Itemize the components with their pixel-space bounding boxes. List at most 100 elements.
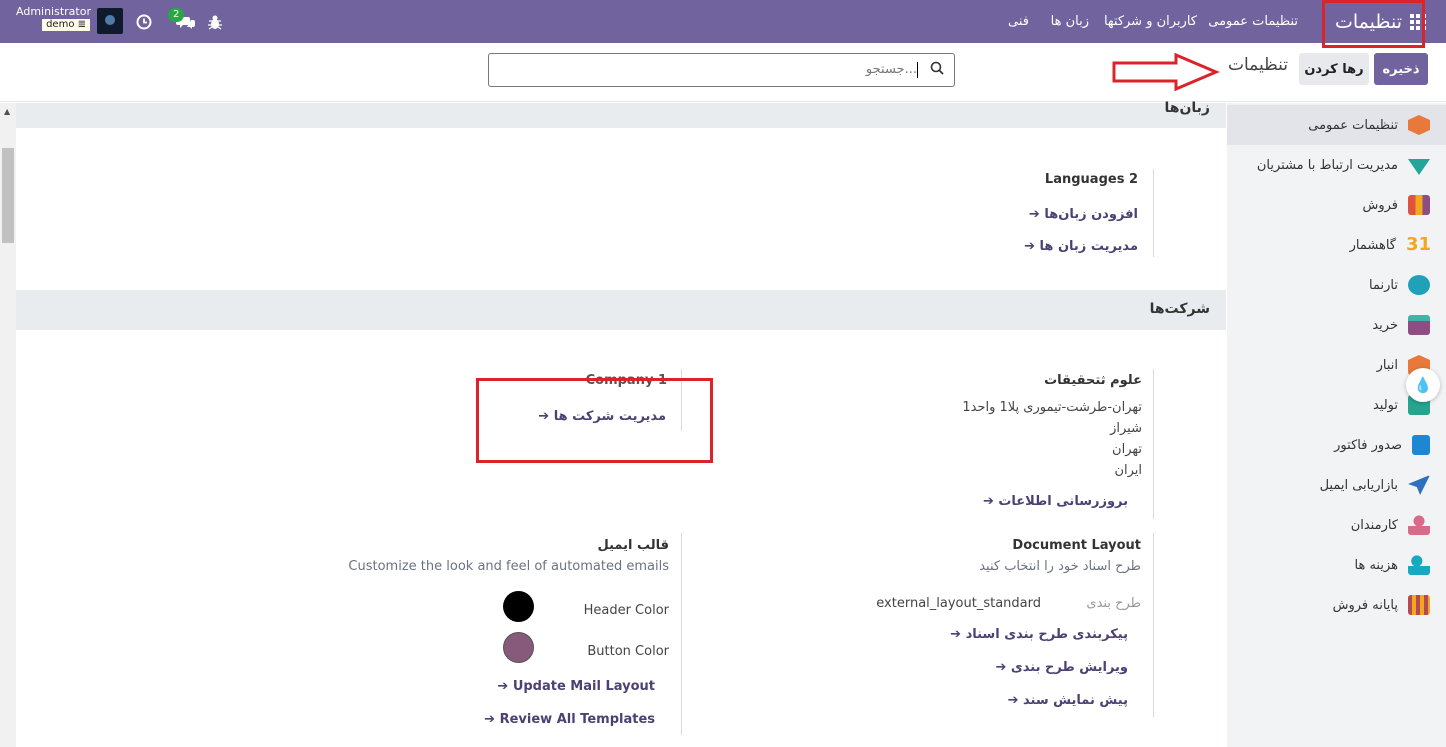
section-title: زبان‌ها xyxy=(1164,100,1211,116)
review-templates-link[interactable]: ➔ Review All Templates xyxy=(484,712,655,727)
menu-users-companies[interactable]: کاربران و شرکتها xyxy=(1104,0,1197,43)
button-color-swatch[interactable] xyxy=(503,632,534,663)
calendar-icon: 31 xyxy=(1406,234,1432,255)
top-navbar: تنظیمات تنظیمات عمومی کاربران و شرکتها ز… xyxy=(0,0,1446,43)
sidebar-item-label: خرید xyxy=(1372,317,1398,333)
search-icon[interactable] xyxy=(930,61,944,79)
company-address-line: ایران xyxy=(1114,463,1142,478)
website-icon xyxy=(1408,275,1430,295)
scrollbar[interactable]: ▲ xyxy=(0,103,16,747)
manage-languages-link[interactable]: ➔ مدیریت زبان ها xyxy=(1024,239,1138,254)
companies-section-header: شرکت‌ها xyxy=(16,290,1226,330)
link-label: Update Mail Layout xyxy=(512,679,655,694)
configure-layout-link[interactable]: ➔ پیکربندی طرح بندی اسناد xyxy=(950,627,1128,642)
menu-label[interactable]: کاربران و شرکتها xyxy=(1104,14,1197,29)
sidebar-item-label: انبار xyxy=(1376,357,1398,373)
menu-label[interactable]: فنی xyxy=(1008,14,1029,29)
text-caret xyxy=(917,62,918,78)
sidebar-item-calendar[interactable]: گاهشمار 31 xyxy=(1350,225,1432,265)
pos-icon xyxy=(1408,595,1430,615)
purchase-icon xyxy=(1408,315,1430,335)
sidebar-item-label: هزینه ها xyxy=(1354,557,1399,573)
clock-icon[interactable] xyxy=(136,0,152,43)
bug-icon[interactable] xyxy=(208,0,222,43)
link-label: مدیریت زبان ها xyxy=(1039,239,1138,254)
sidebar-item-label: پایانه فروش xyxy=(1332,597,1398,613)
divider xyxy=(1153,369,1154,519)
document-layout-title: Document Layout xyxy=(1012,538,1141,553)
user-name: Administrator xyxy=(16,5,91,18)
link-label: پیکربندی طرح بندی اسناد xyxy=(965,627,1128,642)
search-placeholder: جستجو... xyxy=(865,62,917,77)
avatar[interactable] xyxy=(97,8,123,34)
database-badge: demo ≣ xyxy=(42,19,90,31)
layout-label: طرح بندی xyxy=(1086,596,1141,611)
menu-label[interactable]: زبان ها xyxy=(1051,14,1089,29)
divider xyxy=(681,533,682,735)
sidebar-item-crm[interactable]: مدیریت ارتباط با مشتریان xyxy=(1257,145,1430,185)
sidebar-item-label: فروش xyxy=(1362,197,1398,213)
link-label: بروزرسانی اطلاعات xyxy=(998,494,1128,509)
edit-layout-link[interactable]: ➔ ویرایش طرح بندی xyxy=(995,660,1128,675)
add-languages-link[interactable]: ➔ افزودن زبان‌ها xyxy=(1029,207,1138,222)
button-color-label: Button Color xyxy=(587,644,669,659)
control-panel: ذخیره رها کردن تنظیمات جستجو... xyxy=(0,43,1446,102)
menu-technical[interactable]: فنی xyxy=(1008,0,1029,43)
database-name: demo xyxy=(46,19,75,30)
languages-section-header: زبان‌ها xyxy=(16,100,1226,128)
sidebar-item-general-settings[interactable]: تنظیمات عمومی xyxy=(1227,105,1446,145)
sidebar-item-label: صدور فاکتور xyxy=(1334,437,1402,453)
header-color-label: Header Color xyxy=(583,603,669,618)
company-address-line: شیراز xyxy=(1110,421,1142,436)
sidebar-item-label: کارمندان xyxy=(1350,517,1398,533)
annotation-box xyxy=(1322,0,1425,48)
sales-icon xyxy=(1408,195,1430,215)
search-input[interactable]: جستجو... xyxy=(488,53,955,87)
scrollbar-thumb[interactable] xyxy=(2,148,14,243)
update-info-link[interactable]: ➔ بروزرسانی اطلاعات xyxy=(983,494,1128,509)
layout-value: external_layout_standard xyxy=(876,596,1041,611)
sidebar-item-website[interactable]: تارنما xyxy=(1369,265,1430,305)
link-label: افزودن زبان‌ها xyxy=(1044,207,1138,222)
company-address-line: تهران-طرشت-تیموری پلا1 واحد1 xyxy=(962,400,1142,415)
header-color-swatch[interactable] xyxy=(503,591,534,622)
sidebar-item-label: تارنما xyxy=(1369,277,1398,293)
menu-languages[interactable]: زبان ها xyxy=(1051,0,1089,43)
user-menu[interactable]: Administrator demo ≣ xyxy=(16,5,91,31)
link-label: Review All Templates xyxy=(499,712,655,727)
discard-button[interactable]: رها کردن xyxy=(1299,53,1369,85)
sidebar-item-label: تنظیمات عمومی xyxy=(1308,117,1398,133)
sidebar-item-employees[interactable]: کارمندان xyxy=(1351,505,1430,545)
expenses-icon xyxy=(1408,555,1430,575)
sidebar-item-expenses[interactable]: هزینه ها xyxy=(1354,545,1430,585)
sidebar-item-invoicing[interactable]: صدور فاکتور xyxy=(1334,425,1430,465)
sidebar-item-purchase[interactable]: خرید xyxy=(1372,305,1430,345)
sidebar-item-label: مدیریت ارتباط با مشتریان xyxy=(1256,157,1398,173)
annotation-box xyxy=(476,378,713,463)
sidebar-item-sales[interactable]: فروش xyxy=(1362,185,1430,225)
email-template-title: قالب ایمیل xyxy=(597,538,669,553)
divider xyxy=(1153,533,1154,717)
crm-icon xyxy=(1408,159,1430,175)
sidebar-item-email-marketing[interactable]: بازاریابی ایمیل xyxy=(1320,465,1430,505)
page-title: تنظیمات xyxy=(1228,55,1288,75)
annotation-arrow-icon xyxy=(1112,53,1220,91)
email-marketing-icon xyxy=(1408,475,1430,495)
settings-sidebar: تنظیمات عمومی مدیریت ارتباط با مشتریان ف… xyxy=(1227,103,1446,747)
company-name: علوم ثتحقیقات xyxy=(1044,373,1142,388)
sidebar-item-label: تولید xyxy=(1372,397,1398,413)
sidebar-item-pos[interactable]: پایانه فروش xyxy=(1333,585,1430,625)
link-label: ویرایش طرح بندی xyxy=(1010,660,1128,675)
scroll-up-arrow-icon[interactable]: ▲ xyxy=(4,107,10,116)
settings-app-icon xyxy=(1408,115,1430,135)
menu-label[interactable]: تنظیمات عمومی xyxy=(1208,14,1298,29)
document-layout-description: طرح اسناد خود را انتخاب کنید xyxy=(979,559,1141,574)
droplet-icon[interactable]: 💧 xyxy=(1406,368,1440,402)
link-label: پیش نمایش سند xyxy=(1023,693,1128,708)
preview-document-link[interactable]: ➔ پیش نمایش سند xyxy=(1008,693,1128,708)
save-button[interactable]: ذخیره xyxy=(1374,53,1428,85)
employees-icon xyxy=(1408,515,1430,535)
update-mail-layout-link[interactable]: ➔ Update Mail Layout xyxy=(497,679,655,694)
invoicing-icon xyxy=(1412,435,1430,455)
menu-general-settings[interactable]: تنظیمات عمومی xyxy=(1208,0,1298,43)
